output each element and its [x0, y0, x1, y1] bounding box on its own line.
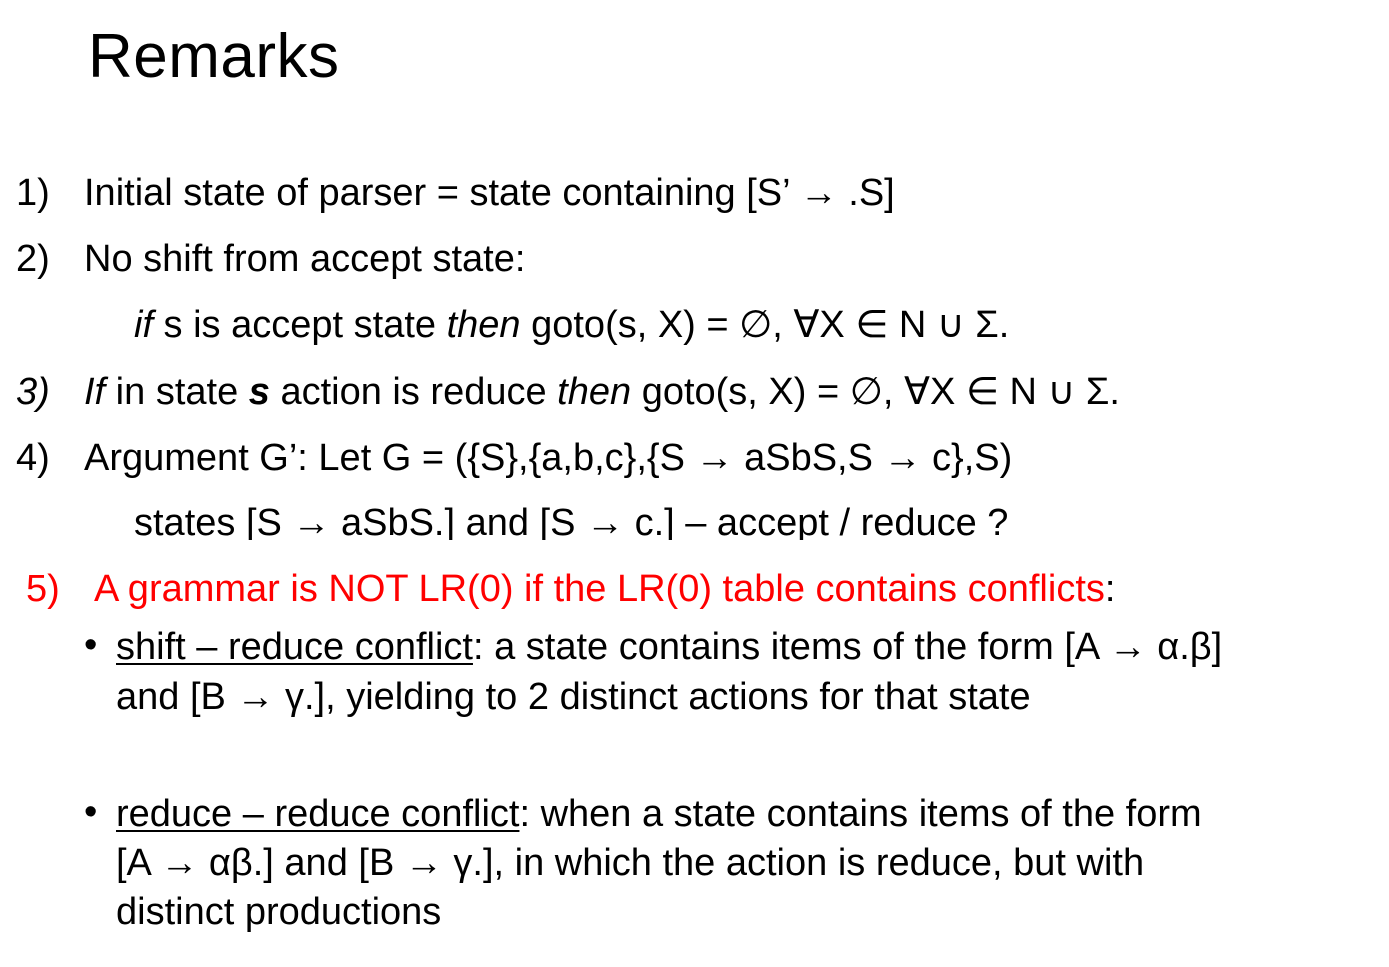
conflict-statement: A grammar is NOT LR(0) if the LR(0) tabl… [94, 568, 1105, 610]
slide-title: Remarks [88, 22, 340, 91]
colon: : [1104, 568, 1116, 610]
if-keyword: If [84, 371, 106, 413]
remark-subline: states [S → aSbS.] and [S → c.] – accept… [134, 500, 1008, 540]
remark-subline: if s is accept state then goto(s, X) = ∅… [134, 302, 1009, 348]
sub-text: states [S → aSbS.] and [S → c.] – accept… [134, 502, 1009, 540]
bullet-text: : when a state contains items of the for… [519, 793, 1202, 835]
remark-number: 3) [16, 371, 50, 413]
sub-text: goto(s, X) = ∅, ∀X ∈ N ∪ Σ. [520, 304, 1010, 346]
then-keyword: then [557, 371, 632, 413]
text-part: action is reduce [269, 371, 558, 413]
bullet-line: reduce – reduce conflict: when a state c… [116, 791, 1202, 837]
bullet-dot-icon: • [84, 791, 98, 833]
remark-text: A grammar is NOT LR(0) if the LR(0) tabl… [94, 566, 1115, 612]
remark-text: Argument G’: Let G = ({S},{a,b,c},{S → a… [84, 437, 1013, 479]
remark-text: Initial state of parser = state containi… [84, 172, 895, 214]
then-keyword: then [446, 304, 521, 346]
bullet-line: [A → αβ.] and [B → γ.], in which the act… [116, 842, 1145, 884]
remark-number: 1) [16, 172, 50, 214]
conflict-term: reduce – reduce conflict [116, 793, 520, 835]
remark-text: No shift from accept state: [84, 238, 526, 280]
conflict-term: shift – reduce conflict [116, 626, 473, 668]
remark-text: If in state s action is reduce then goto… [84, 369, 1120, 415]
sub-text: s is accept state [153, 304, 447, 346]
bullet-line: and [B → γ.], yielding to 2 distinct act… [116, 676, 1031, 718]
remark-number: 4) [16, 437, 50, 479]
if-keyword: if [134, 304, 153, 346]
text-part: in state [105, 371, 249, 413]
bullet-text: : a state contains items of the form [A … [472, 626, 1223, 668]
remark-number: 5) [26, 568, 60, 610]
text-part: goto(s, X) = ∅, ∀X ∈ N ∪ Σ. [631, 371, 1120, 413]
state-symbol: s [248, 371, 270, 413]
bullet-dot-icon: • [84, 624, 98, 666]
bullet-line: shift – reduce conflict: a state contain… [116, 624, 1222, 670]
bullet-line: distinct productions [116, 891, 442, 933]
remark-number: 2) [16, 238, 50, 280]
